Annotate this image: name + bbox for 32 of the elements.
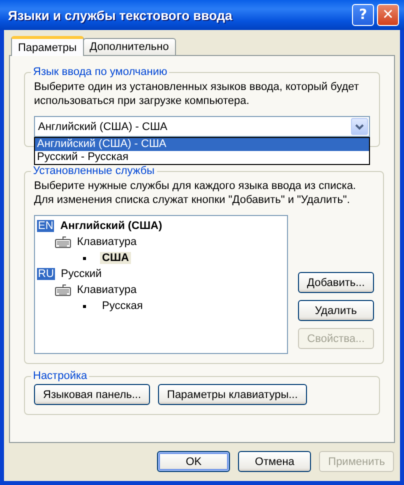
action-button[interactable]: Удалить (298, 300, 374, 321)
tree-item[interactable]: Русский (58, 268, 104, 280)
tab[interactable]: Параметры (11, 36, 84, 56)
dropdown-value: Английский (США) - США (38, 120, 168, 132)
chevron-down-icon (355, 124, 364, 130)
group-title: Настройка (32, 370, 88, 382)
tab[interactable]: Дополнительно (82, 38, 176, 55)
window-title: Языки и службы текстового ввода (8, 8, 232, 22)
language-dropdown[interactable]: Английский (США) - США (34, 116, 370, 137)
description-text: Выберите один из установленных языков ввода, который будет использоваться при загрузке компьютера. (34, 80, 360, 108)
action-button[interactable]: Добавить... (298, 272, 374, 293)
keyboard-icon (55, 236, 71, 248)
tree-item[interactable]: Клавиатура (75, 236, 139, 248)
tree-item[interactable]: США (100, 252, 131, 264)
help-button[interactable]: ? (352, 4, 374, 26)
bullet-icon (83, 256, 86, 260)
dialog-button[interactable]: OK (157, 451, 230, 472)
bullet-icon (83, 304, 86, 308)
language-code: EN (37, 220, 54, 232)
language-code: RU (37, 268, 55, 280)
dialog-button[interactable]: Отмена (238, 451, 312, 472)
tree-item[interactable]: Английский (США) (58, 220, 164, 232)
description-text: Выберите нужные службы для каждого языка ввода из списка. Для изменения списка служат кнопки "Добавить" и "Удалить". (34, 179, 357, 207)
settings-button[interactable]: Параметры клавиатуры... (158, 384, 307, 405)
keyboard-icon (55, 284, 71, 296)
tree-item[interactable]: Русская (100, 300, 145, 312)
group-title: Язык ввода по умолчанию (32, 66, 168, 78)
settings-button[interactable]: Языковая панель... (34, 384, 150, 405)
dropdown-button[interactable] (351, 118, 368, 135)
group-title: Установленные службы (32, 165, 156, 177)
tree-item[interactable]: Клавиатура (75, 284, 139, 296)
dropdown-option[interactable]: Английский (США) - США (35, 138, 369, 151)
